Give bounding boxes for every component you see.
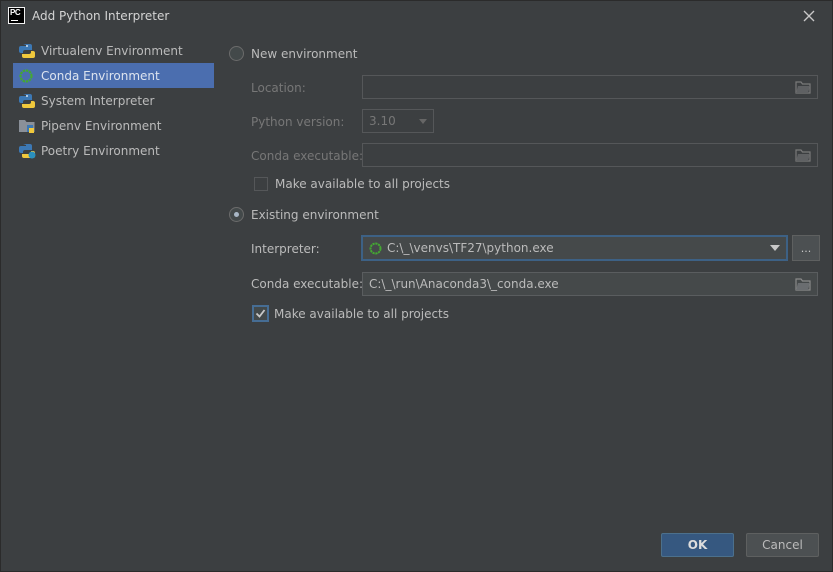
python-version-label: Python version: xyxy=(251,115,345,129)
location-label: Location: xyxy=(251,81,306,95)
new-conda-executable-field[interactable] xyxy=(362,143,818,167)
environment-type-list: Virtualenv Environment Conda Environment… xyxy=(13,38,214,163)
conda-executable-field[interactable]: C:\_\run\Anaconda3\_conda.exe xyxy=(362,272,818,296)
pycharm-logo-icon: PC xyxy=(8,7,25,24)
poetry-icon xyxy=(18,143,36,159)
new-env-make-available-checkbox[interactable]: Make available to all projects xyxy=(254,177,450,191)
title-bar: PC Add Python Interpreter xyxy=(1,1,832,32)
sidebar-item-system-interpreter[interactable]: System Interpreter xyxy=(13,88,214,113)
chevron-down-icon[interactable] xyxy=(770,245,780,251)
check-icon xyxy=(255,309,266,318)
conda-executable-label: Conda executable: xyxy=(251,277,364,291)
sidebar-item-conda[interactable]: Conda Environment xyxy=(13,63,214,88)
sidebar-item-pipenv[interactable]: Pipenv Environment xyxy=(13,113,214,138)
make-available-checkbox[interactable]: Make available to all projects xyxy=(252,305,450,322)
checkbox[interactable] xyxy=(252,305,269,322)
sidebar-item-label: Poetry Environment xyxy=(41,143,160,158)
interpreter-label: Interpreter: xyxy=(251,242,320,256)
existing-environment-radio[interactable]: Existing environment xyxy=(229,207,379,222)
sidebar-item-poetry[interactable]: Poetry Environment xyxy=(13,138,214,163)
ok-button[interactable]: OK xyxy=(661,533,734,557)
existing-environment-label: Existing environment xyxy=(251,207,379,222)
new-env-make-available-label: Make available to all projects xyxy=(275,177,451,191)
radio-button[interactable] xyxy=(229,46,244,61)
window-title: Add Python Interpreter xyxy=(32,9,170,23)
new-environment-radio[interactable]: New environment xyxy=(229,46,357,61)
checkbox[interactable] xyxy=(254,177,268,191)
python-icon xyxy=(18,93,36,109)
conda-icon xyxy=(368,241,383,256)
app-logo-text: PC xyxy=(10,8,21,17)
sidebar-item-label: Pipenv Environment xyxy=(41,118,162,133)
browse-interpreter-button[interactable]: ... xyxy=(792,235,820,261)
cancel-button[interactable]: Cancel xyxy=(746,533,819,557)
conda-executable-value: C:\_\run\Anaconda3\_conda.exe xyxy=(369,277,559,291)
make-available-label: Make available to all projects xyxy=(274,306,450,321)
conda-icon xyxy=(18,68,36,84)
chevron-down-icon xyxy=(419,119,427,124)
folder-icon[interactable] xyxy=(795,80,811,94)
sidebar-item-virtualenv[interactable]: Virtualenv Environment xyxy=(13,38,214,63)
python-icon xyxy=(18,43,36,59)
new-environment-label: New environment xyxy=(251,46,358,61)
interpreter-settings-form: New environment Location: Python version… xyxy=(227,39,822,339)
python-version-value: 3.10 xyxy=(369,114,396,128)
radio-button[interactable] xyxy=(229,207,244,222)
interpreter-value: C:\_\venvs\TF27\python.exe xyxy=(387,241,554,255)
close-icon[interactable] xyxy=(801,8,817,24)
sidebar-item-label: Virtualenv Environment xyxy=(41,43,183,58)
folder-icon[interactable] xyxy=(795,148,811,162)
location-field[interactable] xyxy=(362,75,818,99)
pipenv-icon xyxy=(18,118,36,134)
interpreter-select[interactable]: C:\_\venvs\TF27\python.exe xyxy=(361,235,788,261)
folder-icon[interactable] xyxy=(795,277,811,291)
new-conda-executable-label: Conda executable: xyxy=(251,149,364,163)
add-python-interpreter-dialog: PC Add Python Interpreter Virtualenv Env… xyxy=(0,0,833,572)
python-version-select[interactable]: 3.10 xyxy=(362,109,434,133)
sidebar-item-label: Conda Environment xyxy=(41,68,160,83)
sidebar-item-label: System Interpreter xyxy=(41,93,155,108)
